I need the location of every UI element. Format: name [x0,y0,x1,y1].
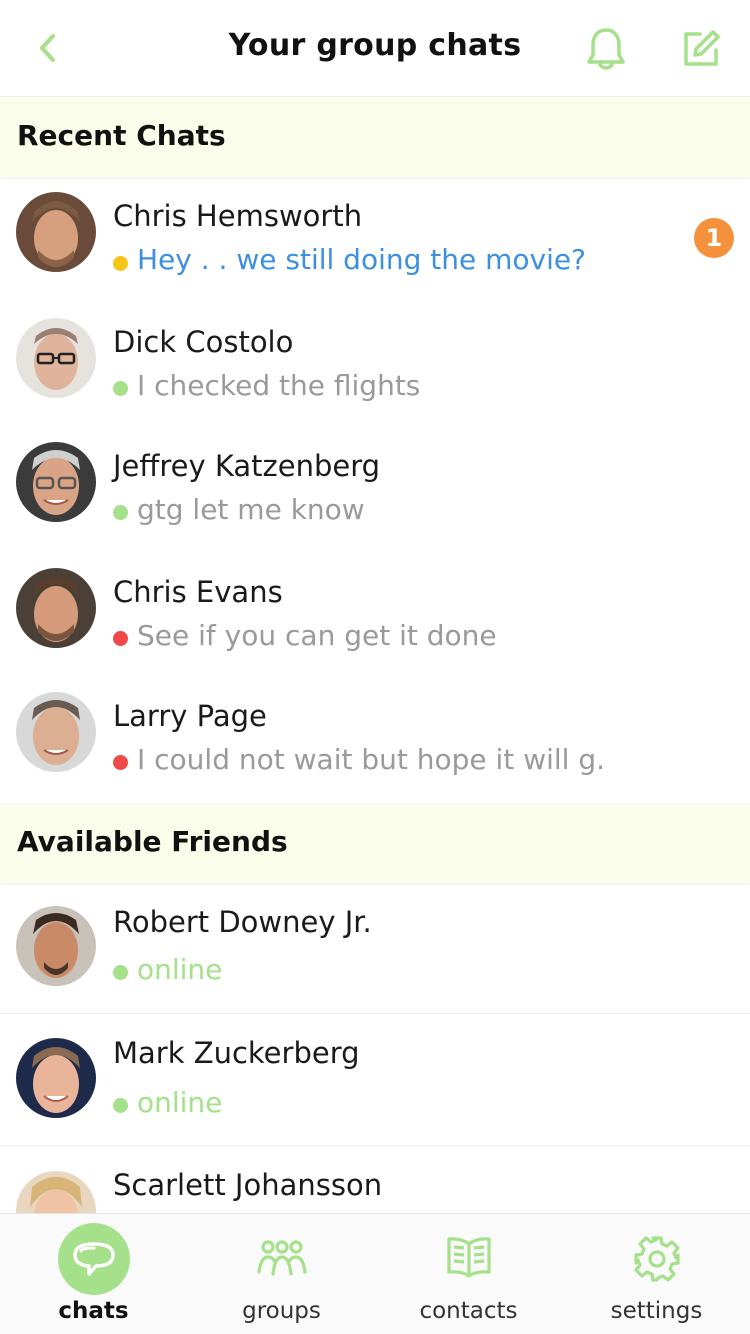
status-dot [113,256,128,271]
tab-label: chats [58,1298,129,1324]
chat-preview: I could not wait but hope it will g. [137,743,606,776]
group-icon [256,1238,308,1278]
section-title: Recent Chats [17,119,226,152]
status-dot [113,755,128,770]
unread-badge: 1 [694,218,734,258]
chat-name: Larry Page [113,699,267,733]
avatar [16,318,96,398]
friend-row[interactable]: Mark Zuckerberg online [0,1014,750,1146]
section-header-recent: Recent Chats [0,97,750,177]
section-header-friends: Available Friends [0,803,750,883]
avatar [16,568,96,648]
compose-icon[interactable] [680,28,722,70]
tab-settings[interactable]: settings [563,1214,750,1334]
tab-bar: chats groups contacts settings [0,1213,750,1334]
book-icon [444,1234,494,1282]
header-bar: Your group chats [0,0,750,97]
chat-name: Chris Evans [113,575,283,609]
tab-groups[interactable]: groups [188,1214,375,1334]
friend-row[interactable]: Scarlett Johansson [0,1146,750,1214]
chat-row[interactable]: Chris Hemsworth Hey . . we still doing t… [0,177,750,303]
gear-icon [632,1234,682,1284]
avatar [16,692,96,772]
status-dot [113,381,128,396]
status-dot [113,505,128,520]
tab-label: groups [242,1298,321,1324]
chat-name: Chris Hemsworth [113,199,363,233]
avatar [16,442,96,522]
chat-row[interactable]: Larry Page I could not wait but hope it … [0,677,750,801]
chat-name: Dick Costolo [113,325,294,359]
avatar [16,192,96,272]
status-dot [113,965,128,980]
friend-name: Scarlett Johansson [113,1168,383,1202]
chat-preview: Hey . . we still doing the movie? [137,243,586,276]
section-title: Available Friends [17,825,288,858]
chat-row[interactable]: Jeffrey Katzenberg gtg let me know [0,427,750,553]
chat-preview: I checked the flights [137,369,421,402]
chat-row[interactable]: Chris Evans See if you can get it done [0,553,750,677]
presence-text: online [137,953,223,986]
chat-row[interactable]: Dick Costolo I checked the flights [0,303,750,427]
tab-label: contacts [419,1298,518,1324]
chat-preview: gtg let me know [137,493,365,526]
status-dot [113,1098,128,1113]
tab-contacts[interactable]: contacts [375,1214,562,1334]
friend-name: Robert Downey Jr. [113,905,372,939]
friend-name: Mark Zuckerberg [113,1036,360,1070]
avatar [16,1171,96,1214]
friend-row[interactable]: Robert Downey Jr. online [0,883,750,1014]
tab-chats[interactable]: chats [0,1214,187,1334]
avatar [16,906,96,986]
status-dot [113,631,128,646]
chat-name: Jeffrey Katzenberg [113,449,381,483]
tab-label: settings [610,1298,703,1324]
bell-icon[interactable] [584,26,628,72]
chat-bubble-icon [57,1223,130,1295]
presence-text: online [137,1086,223,1119]
avatar [16,1038,96,1118]
chat-preview: See if you can get it done [137,619,497,652]
page-title: Your group chats [228,28,522,63]
